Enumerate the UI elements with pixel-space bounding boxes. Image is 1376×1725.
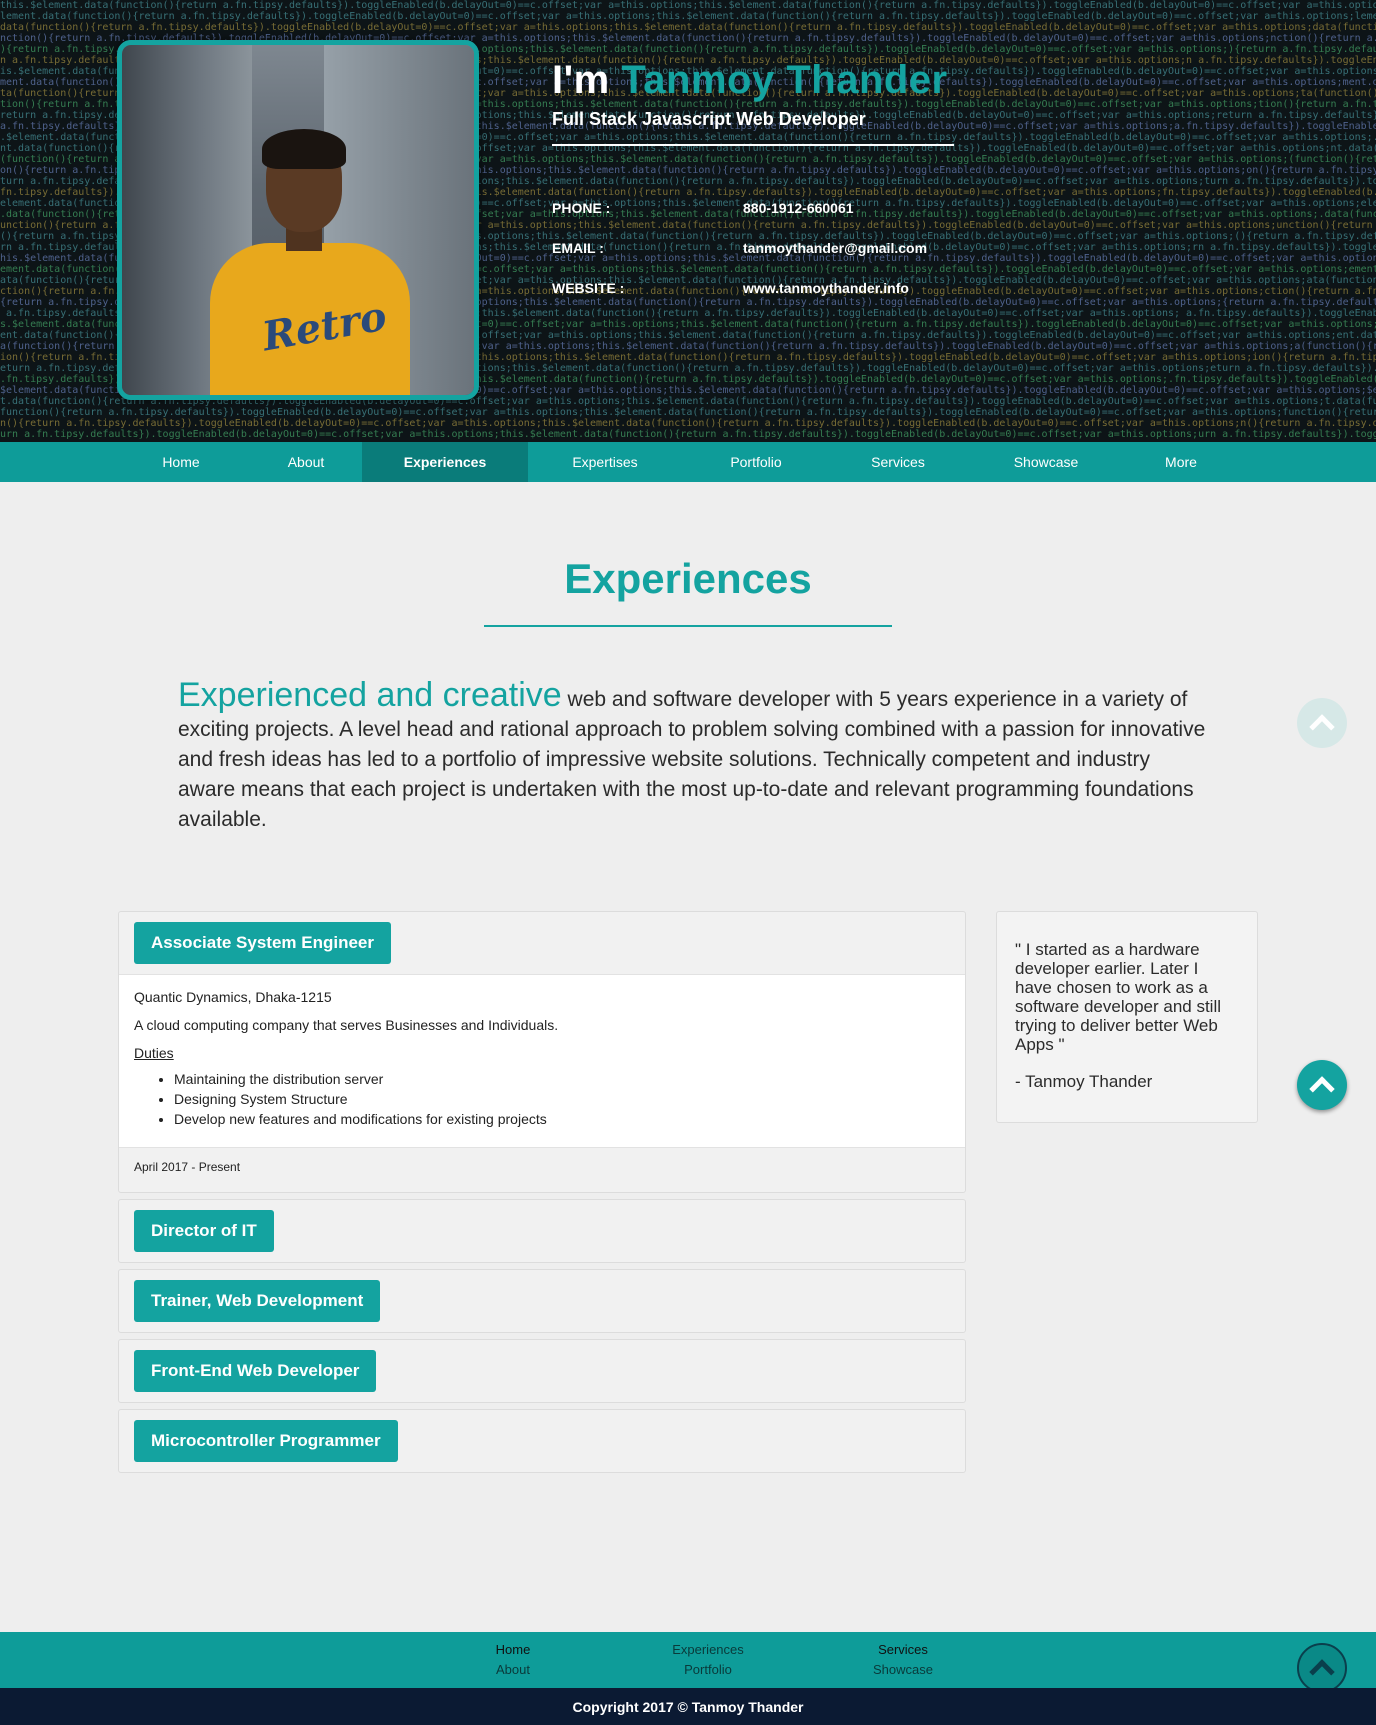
scroll-top-button-footer[interactable] (1297, 1643, 1347, 1693)
footer-link-services[interactable]: Services (833, 1640, 973, 1660)
experience-company: Quantic Dynamics, Dhaka-1215 (134, 989, 332, 1005)
footer-link-showcase[interactable]: Showcase (833, 1660, 973, 1680)
contact-email: EMAIL : tanmoythander@gmail.com (552, 240, 928, 256)
duties-list: Maintaining the distribution server Desi… (174, 1069, 950, 1129)
experience-panel: Director of IT (118, 1199, 966, 1263)
copyright: Copyright 2017 © Tanmoy Thander (0, 1688, 1376, 1725)
nav-showcase[interactable]: Showcase (966, 442, 1126, 482)
main-nav: Home About Experiences Expertises Portfo… (0, 442, 1376, 482)
footer-column: Experiences Portfolio (638, 1640, 778, 1680)
quote-author: - Tanmoy Thander (1015, 1072, 1153, 1091)
contact-list: PHONE : 880-1912-660061 EMAIL : tanmoyth… (552, 188, 927, 308)
hero-role: Full Stack Javascript Web Developer (552, 109, 866, 129)
experience-panel: Associate System Engineer Quantic Dynami… (118, 911, 966, 1193)
header-banner: this.$element.data(function(){return a.f… (0, 0, 1376, 442)
section-lead: Experienced and creative web and softwar… (178, 678, 1208, 835)
nav-home[interactable]: Home (112, 442, 250, 482)
footer-column: Home About (443, 1640, 583, 1680)
nav-about[interactable]: About (250, 442, 362, 482)
experience-toggle-button[interactable]: Microcontroller Programmer (134, 1420, 398, 1462)
section-title: Experiences (564, 555, 812, 602)
contact-phone: PHONE : 880-1912-660061 (552, 200, 854, 216)
hero-title: I'm Tanmoy Thander (552, 58, 948, 102)
footer-link-about[interactable]: About (443, 1660, 583, 1680)
experience-panel: Microcontroller Programmer (118, 1409, 966, 1473)
nav-more[interactable]: More (1126, 442, 1236, 482)
footer-link-portfolio[interactable]: Portfolio (638, 1660, 778, 1680)
experience-details: Quantic Dynamics, Dhaka-1215 A cloud com… (119, 974, 965, 1148)
experience-accordion: Associate System Engineer Quantic Dynami… (118, 911, 966, 1479)
chevron-up-icon (1309, 1659, 1335, 1685)
scroll-top-button[interactable] (1297, 1060, 1347, 1110)
hero-name: Tanmoy Thander (621, 58, 948, 102)
hero-divider (552, 144, 954, 146)
experience-toggle-button[interactable]: Associate System Engineer (134, 922, 391, 964)
footer-column: Services Showcase (833, 1640, 973, 1680)
lead-highlight: Experienced and creative (178, 676, 562, 714)
experience-description: A cloud computing company that serves Bu… (134, 1017, 559, 1033)
experience-period: April 2017 - Present (134, 1160, 241, 1174)
nav-services[interactable]: Services (830, 442, 966, 482)
section-divider (484, 625, 892, 627)
intro-block: I'm Tanmoy Thander Full Stack Javascript… (552, 58, 954, 146)
experience-toggle-button[interactable]: Trainer, Web Development (134, 1280, 381, 1322)
chevron-up-icon (1309, 714, 1335, 740)
website-link[interactable]: www.tanmoythander.info (743, 280, 909, 296)
duty-item: Develop new features and modifications f… (174, 1109, 950, 1129)
nav-portfolio[interactable]: Portfolio (682, 442, 830, 482)
experience-panel: Trainer, Web Development (118, 1269, 966, 1333)
footer-nav: Home About Experiences Portfolio Service… (0, 1632, 1376, 1688)
experience-panel: Front-End Web Developer (118, 1339, 966, 1403)
experience-toggle-button[interactable]: Front-End Web Developer (134, 1350, 377, 1392)
experience-toggle-button[interactable]: Director of IT (134, 1210, 274, 1252)
quote-text: " I started as a hardware developer earl… (1015, 940, 1222, 1054)
duty-item: Maintaining the distribution server (174, 1069, 950, 1089)
quote-card: " I started as a hardware developer earl… (996, 911, 1258, 1123)
contact-website: WEBSITE : www.tanmoythander.info (552, 280, 909, 296)
duties-label: Duties (134, 1045, 174, 1061)
nav-experiences[interactable]: Experiences (362, 442, 528, 482)
duty-item: Designing System Structure (174, 1089, 950, 1109)
scroll-top-button-faint[interactable] (1297, 698, 1347, 748)
nav-expertises[interactable]: Expertises (528, 442, 682, 482)
profile-photo: Retro (117, 40, 479, 400)
footer-link-home[interactable]: Home (443, 1640, 583, 1660)
footer-link-experiences[interactable]: Experiences (638, 1640, 778, 1660)
email-link[interactable]: tanmoythander@gmail.com (743, 240, 927, 256)
chevron-up-icon (1309, 1076, 1335, 1102)
